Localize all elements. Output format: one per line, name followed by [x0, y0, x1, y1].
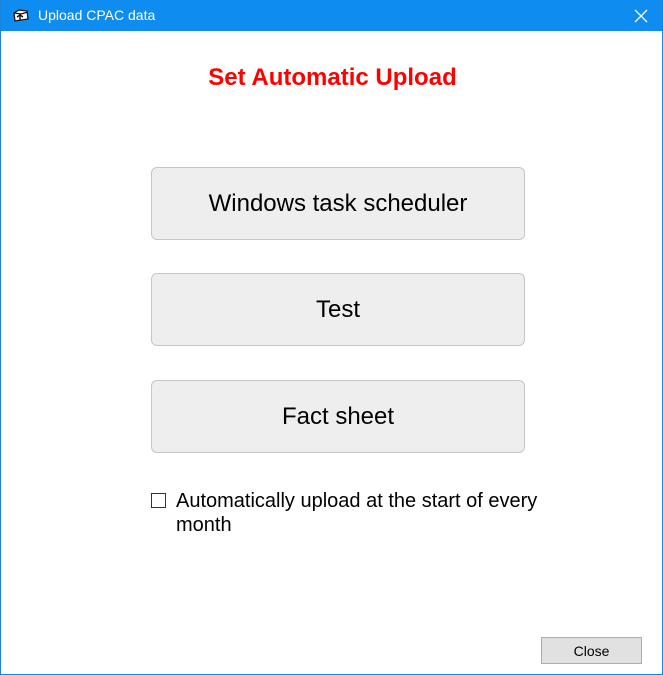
- auto-upload-label[interactable]: Automatically upload at the start of eve…: [176, 489, 546, 537]
- window-close-button[interactable]: [618, 0, 662, 31]
- upload-folder-icon: [12, 7, 30, 24]
- title-bar[interactable]: Upload CPAC data: [1, 0, 662, 31]
- test-button[interactable]: Test: [151, 273, 525, 346]
- upload-dialog: Upload CPAC data Set Automatic Upload Wi…: [0, 0, 663, 675]
- close-button[interactable]: Close: [541, 637, 642, 664]
- fact-sheet-button[interactable]: Fact sheet: [151, 380, 525, 453]
- page-title: Set Automatic Upload: [208, 64, 457, 91]
- close-icon: [634, 9, 648, 22]
- auto-upload-checkbox[interactable]: [151, 493, 166, 508]
- window-title: Upload CPAC data: [38, 7, 156, 23]
- windows-task-scheduler-button[interactable]: Windows task scheduler: [151, 167, 525, 240]
- auto-upload-option[interactable]: Automatically upload at the start of eve…: [151, 489, 551, 545]
